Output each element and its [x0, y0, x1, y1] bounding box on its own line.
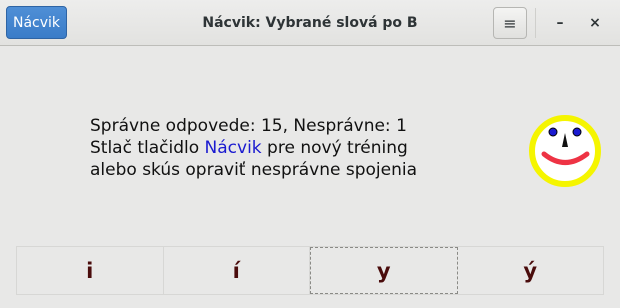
- app-window: Nácvik Nácvik: Vybrané slová po B ≡ – × …: [0, 0, 620, 308]
- letter-choices: i í y ý: [16, 246, 604, 295]
- result-message: Správne odpovede: 15, Nesprávne: 1 Stlač…: [90, 115, 510, 181]
- close-button[interactable]: ×: [580, 8, 610, 38]
- close-icon: ×: [589, 15, 601, 31]
- hint-line: alebo skús opraviť nesprávne spojenia: [90, 160, 417, 180]
- nacvik-button[interactable]: Nácvik: [6, 6, 67, 39]
- smiley-right-eye: [572, 127, 582, 137]
- header-separator: [535, 8, 536, 38]
- smiley-left-eye: [548, 127, 558, 137]
- header-bar: Nácvik Nácvik: Vybrané slová po B ≡ – ×: [0, 0, 620, 46]
- instruction-text-start: Stlač tlačidlo: [90, 138, 205, 158]
- instruction-line: Stlač tlačidlo Nácvik pre nový tréning: [90, 137, 510, 159]
- minimize-icon: –: [556, 15, 564, 31]
- minimize-button[interactable]: –: [545, 8, 575, 38]
- window-title: Nácvik: Vybrané slová po B: [202, 15, 418, 31]
- hamburger-menu-icon: ≡: [503, 13, 517, 33]
- nacvik-link: Nácvik: [204, 138, 262, 158]
- letter-button-i[interactable]: i: [17, 247, 164, 294]
- letter-button-y[interactable]: y: [310, 247, 458, 294]
- instruction-text-end: pre nový tréning: [261, 138, 408, 158]
- letter-button-y-long[interactable]: ý: [457, 247, 603, 294]
- menu-button[interactable]: ≡: [493, 7, 527, 39]
- letter-button-i-long[interactable]: í: [163, 247, 310, 294]
- smiley-ring: [529, 115, 601, 187]
- smiley-face-icon: [529, 115, 601, 187]
- score-line: Správne odpovede: 15, Nesprávne: 1: [90, 116, 407, 136]
